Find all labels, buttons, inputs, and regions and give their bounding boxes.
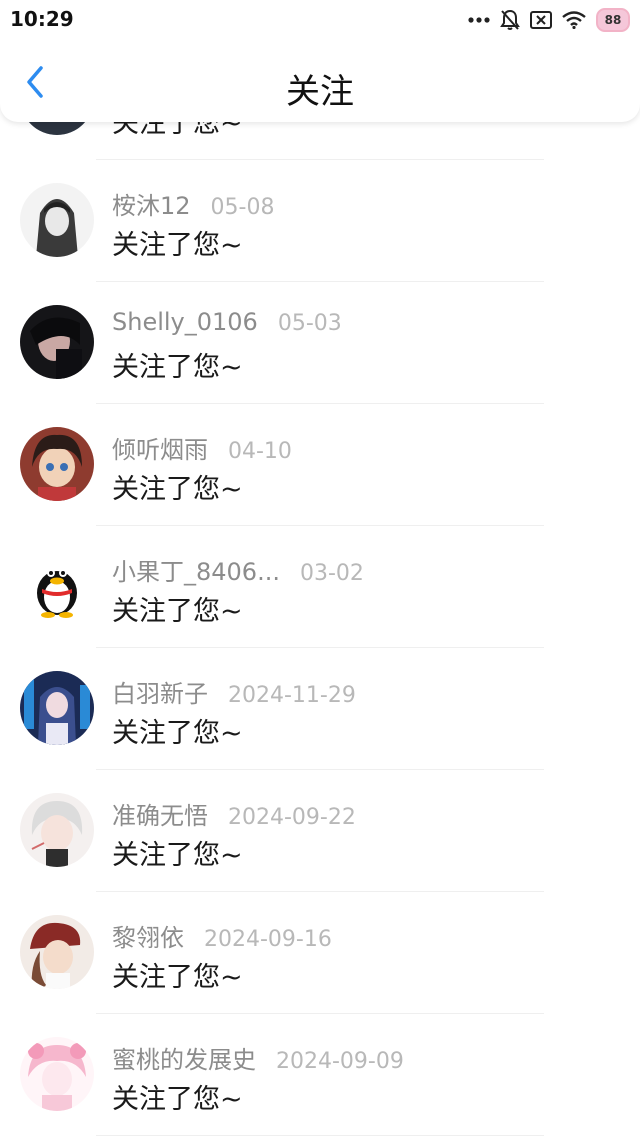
user-name[interactable]: 准确无悟 bbox=[112, 796, 208, 831]
list-item[interactable]: 黎翎依 2024-09-16 关注了您~ bbox=[0, 892, 640, 1014]
list-item[interactable]: 倾听烟雨 04-10 关注了您~ bbox=[0, 404, 640, 526]
list-item[interactable]: 准确无悟 2024-09-22 关注了您~ bbox=[0, 770, 640, 892]
list-item[interactable]: 小果丁_8406... 03-02 关注了您~ bbox=[0, 526, 640, 648]
user-name[interactable]: 小果丁_8406... bbox=[112, 552, 280, 587]
user-name[interactable]: 倾听烟雨 bbox=[112, 430, 208, 465]
follower-list: 关注了您~ 桉沐12 05-08 关注了您~ Shelly_0106 05-03… bbox=[0, 38, 640, 1136]
message-text: 关注了您~ bbox=[112, 840, 243, 871]
message-text: 关注了您~ bbox=[112, 718, 243, 749]
avatar bbox=[20, 915, 94, 989]
mute-bell-icon bbox=[500, 9, 520, 31]
message-text: 关注了您~ bbox=[112, 962, 243, 993]
meta-line: 准确无悟 2024-09-22 bbox=[112, 796, 356, 831]
follow-date: 04-10 bbox=[228, 439, 292, 464]
meta-line: 白羽新子 2024-11-29 bbox=[112, 674, 356, 709]
meta-line: 黎翎依 2024-09-16 bbox=[112, 918, 332, 953]
message-text: 关注了您~ bbox=[112, 352, 243, 383]
status-bar: 10:29 88 bbox=[0, 0, 640, 40]
status-icons: 88 bbox=[468, 6, 630, 34]
divider bbox=[96, 1135, 544, 1136]
header: 关注 bbox=[0, 40, 640, 122]
user-name[interactable]: 白羽新子 bbox=[112, 674, 208, 709]
avatar bbox=[20, 1037, 94, 1111]
avatar bbox=[20, 671, 94, 745]
meta-line: 小果丁_8406... 03-02 bbox=[112, 552, 364, 587]
message-text: 关注了您~ bbox=[112, 596, 243, 627]
message-text: 关注了您~ bbox=[112, 1084, 243, 1115]
message-text: 关注了您~ bbox=[112, 230, 243, 261]
follow-date: 05-08 bbox=[210, 195, 275, 220]
meta-line: 桉沐12 05-08 bbox=[112, 186, 274, 221]
follow-date: 2024-09-22 bbox=[228, 805, 356, 830]
list-item[interactable]: Shelly_0106 05-03 关注了您~ bbox=[0, 282, 640, 404]
list-item[interactable]: 蜜桃的发展史 2024-09-09 关注了您~ bbox=[0, 1014, 640, 1136]
wifi-icon bbox=[562, 11, 586, 29]
avatar bbox=[20, 549, 94, 623]
avatar bbox=[20, 427, 94, 501]
user-name[interactable]: 蜜桃的发展史 bbox=[112, 1040, 256, 1075]
sim-x-icon bbox=[530, 11, 552, 29]
avatar bbox=[20, 305, 94, 379]
message-text: 关注了您~ bbox=[112, 474, 243, 505]
user-name[interactable]: 黎翎依 bbox=[112, 918, 184, 953]
user-name[interactable]: 桉沐12 bbox=[112, 186, 191, 221]
follow-date: 03-02 bbox=[299, 561, 364, 586]
status-time: 10:29 bbox=[10, 7, 74, 31]
meta-line: Shelly_0106 05-03 bbox=[112, 308, 342, 336]
list-item[interactable]: 白羽新子 2024-11-29 关注了您~ bbox=[0, 648, 640, 770]
battery-indicator: 88 bbox=[596, 8, 630, 32]
avatar bbox=[20, 793, 94, 867]
page-title: 关注 bbox=[286, 72, 354, 112]
more-dots-icon bbox=[468, 16, 490, 24]
avatar bbox=[20, 183, 94, 257]
user-name[interactable]: Shelly_0106 bbox=[112, 308, 258, 336]
meta-line: 蜜桃的发展史 2024-09-09 bbox=[112, 1040, 404, 1075]
follow-date: 2024-09-09 bbox=[276, 1049, 404, 1074]
list-item[interactable]: 桉沐12 05-08 关注了您~ bbox=[0, 160, 640, 282]
follow-date: 05-03 bbox=[277, 311, 342, 336]
follow-date: 2024-09-16 bbox=[204, 927, 332, 952]
follow-date: 2024-11-29 bbox=[228, 683, 356, 708]
meta-line: 倾听烟雨 04-10 bbox=[112, 430, 292, 465]
